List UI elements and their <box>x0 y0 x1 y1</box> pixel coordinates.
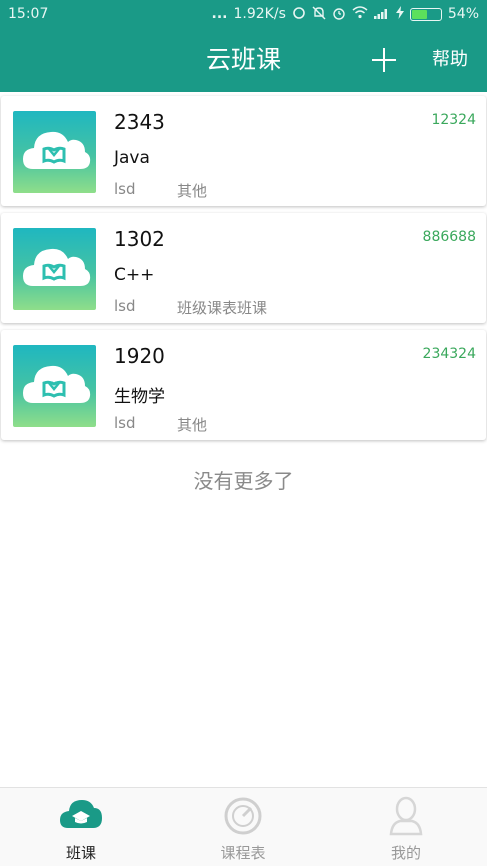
course-thumbnail <box>13 345 96 427</box>
status-icons: ... 1.92K/s 54% <box>212 6 479 23</box>
course-code: 886688 <box>422 229 476 245</box>
course-thumbnail <box>13 228 96 310</box>
alarm-icon <box>332 6 346 23</box>
course-code: 12324 <box>431 112 476 128</box>
course-card[interactable]: 1302 C++ lsd 班级课表班课 886688 <box>1 213 486 323</box>
course-card[interactable]: 1920 生物学 lsd 其他 234324 <box>1 330 486 440</box>
add-course-button[interactable] <box>370 44 398 76</box>
tab-me[interactable]: 我的 <box>325 788 487 866</box>
signal-icon <box>373 7 390 22</box>
course-teacher: lsd <box>114 180 136 198</box>
course-name: 1302 <box>114 227 165 251</box>
course-tag: 其他 <box>177 416 208 434</box>
tab-classes[interactable]: 班课 <box>0 788 162 866</box>
app-header: 云班课 帮助 <box>0 28 487 92</box>
cloud-class-icon <box>58 796 104 836</box>
course-name: 2343 <box>114 110 165 134</box>
tab-schedule-label: 课程表 <box>220 844 266 862</box>
course-teacher: lsd <box>114 414 136 432</box>
status-bar: 15:07 ... 1.92K/s 54% <box>0 0 487 28</box>
tab-schedule[interactable]: 课程表 <box>162 788 324 866</box>
status-time: 15:07 <box>8 6 49 22</box>
page-title: 云班课 <box>205 45 281 74</box>
dial-icon <box>223 796 263 840</box>
course-code: 234324 <box>422 346 476 362</box>
course-teacher: lsd <box>114 297 136 315</box>
charging-icon <box>395 6 404 22</box>
cloud-book-icon <box>23 248 91 286</box>
course-subject: Java <box>114 148 150 168</box>
user-icon <box>388 796 424 840</box>
sync-icon <box>292 6 306 23</box>
status-dots: ... <box>211 6 228 22</box>
course-tag: 其他 <box>177 182 208 200</box>
course-subject: C++ <box>114 265 155 285</box>
no-more-text: 没有更多了 <box>193 469 294 493</box>
battery-text: 54% <box>447 6 479 22</box>
course-subject: 生物学 <box>114 387 165 407</box>
cloud-book-icon <box>23 131 91 169</box>
cloud-book-icon <box>23 365 91 403</box>
course-name: 1920 <box>114 344 165 368</box>
tab-me-label: 我的 <box>390 844 421 862</box>
course-tag: 班级课表班课 <box>177 299 268 317</box>
network-speed: 1.92K/s <box>233 6 286 22</box>
tab-classes-label: 班课 <box>65 844 96 862</box>
course-card[interactable]: 2343 Java lsd 其他 12324 <box>1 96 486 206</box>
battery-fill <box>411 9 427 19</box>
bottom-nav: 班课 课程表 我的 <box>0 787 487 866</box>
mute-bell-icon <box>312 6 326 23</box>
wifi-icon <box>352 6 368 22</box>
course-thumbnail <box>13 111 96 193</box>
battery-icon <box>409 7 442 21</box>
help-button[interactable]: 帮助 <box>432 28 468 92</box>
